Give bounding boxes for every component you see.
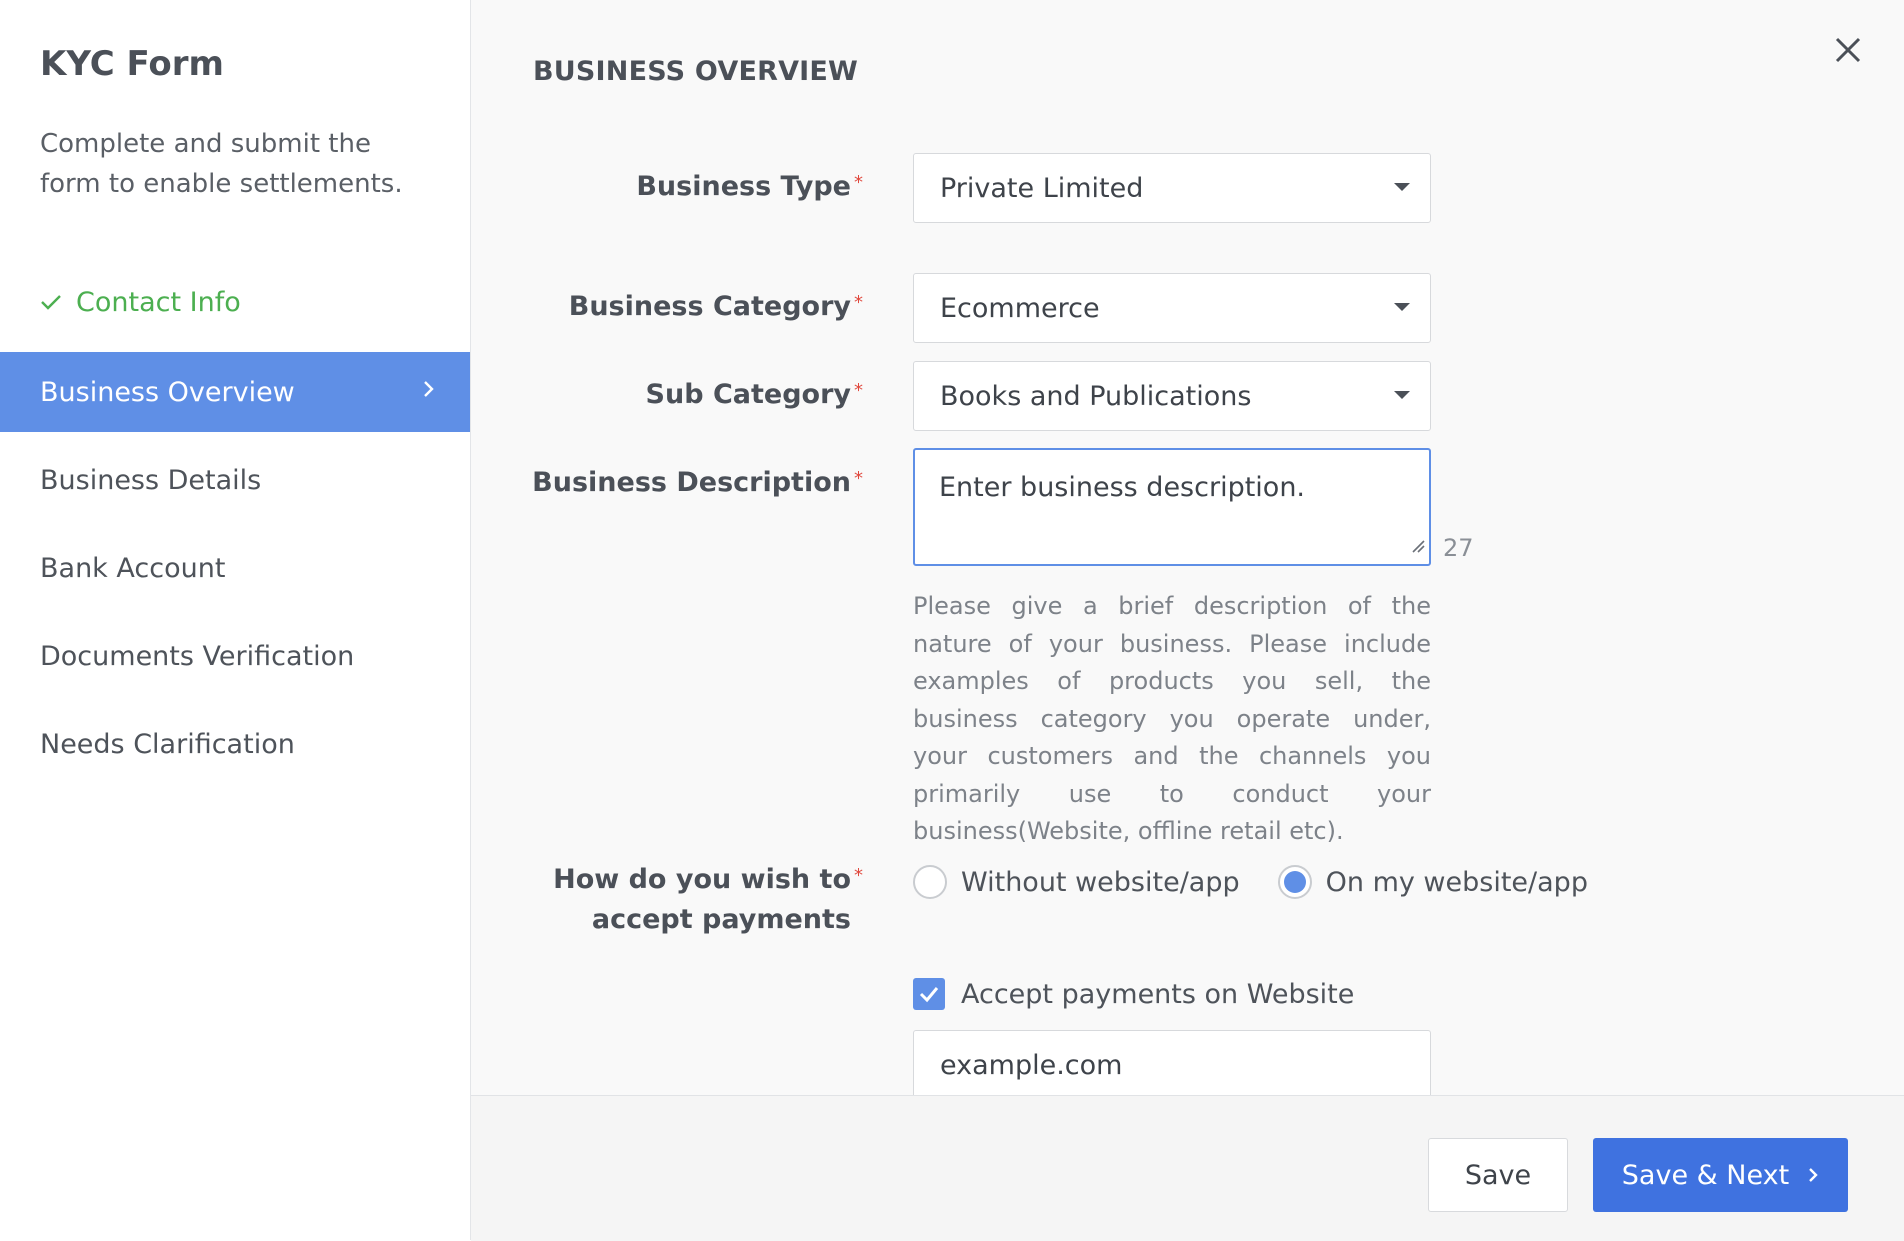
resize-handle-icon[interactable] bbox=[1411, 529, 1425, 560]
sub-category-value: Books and Publications bbox=[940, 380, 1252, 412]
radio-checked-icon bbox=[1277, 865, 1312, 899]
radio-on-website[interactable]: On my website/app bbox=[1277, 865, 1588, 899]
sidebar-item-business-details[interactable]: Business Details bbox=[0, 440, 470, 520]
save-next-button-label: Save & Next bbox=[1621, 1159, 1790, 1191]
section-title: BUSINESS OVERVIEW bbox=[533, 56, 859, 87]
business-type-label: Business Type * bbox=[636, 167, 863, 207]
radio-label: On my website/app bbox=[1325, 866, 1588, 898]
close-icon bbox=[1834, 36, 1862, 64]
sidebar-item-needs-clarification[interactable]: Needs Clarification bbox=[0, 704, 470, 784]
business-category-value: Ecommerce bbox=[940, 292, 1100, 324]
caret-down-icon bbox=[1394, 183, 1410, 191]
required-marker: * bbox=[854, 865, 863, 886]
kyc-form-modal: KYC Form Complete and submit the form to… bbox=[0, 0, 1904, 1241]
sidebar-item-label: Contact Info bbox=[76, 286, 241, 318]
sidebar-item-label: Bank Account bbox=[40, 552, 226, 584]
save-button-label: Save bbox=[1464, 1159, 1532, 1191]
business-category-label: Business Category * bbox=[569, 287, 863, 327]
required-marker: * bbox=[854, 172, 863, 193]
business-description-textarea[interactable]: Enter business description. bbox=[913, 448, 1431, 566]
caret-down-icon bbox=[1394, 303, 1410, 311]
sidebar-item-contact-info[interactable]: Contact Info bbox=[0, 262, 470, 342]
sidebar-title: KYC Form bbox=[40, 44, 224, 84]
form-panel: BUSINESS OVERVIEW Business Type * Private… bbox=[471, 0, 1904, 1100]
sidebar-item-business-overview[interactable]: Business Overview bbox=[0, 352, 470, 432]
sidebar-item-bank-account[interactable]: Bank Account bbox=[0, 528, 470, 608]
business-description-help: Please give a brief description of the n… bbox=[913, 592, 1431, 845]
sidebar-item-label: Documents Verification bbox=[40, 640, 355, 672]
checkbox-checked-icon bbox=[913, 978, 945, 1010]
save-button[interactable]: Save bbox=[1428, 1138, 1568, 1212]
sidebar-item-label: Business Overview bbox=[40, 376, 295, 408]
business-type-select[interactable]: Private Limited bbox=[913, 153, 1431, 223]
check-icon bbox=[40, 293, 62, 311]
accept-payments-radio-group: Without website/app On my website/app bbox=[913, 862, 1626, 902]
business-description-placeholder: Enter business description. bbox=[939, 472, 1306, 503]
sub-category-select[interactable]: Books and Publications bbox=[913, 361, 1431, 431]
sidebar-item-documents-verification[interactable]: Documents Verification bbox=[0, 616, 470, 696]
sidebar-item-label: Needs Clarification bbox=[40, 728, 295, 760]
website-url-input[interactable]: example.com bbox=[913, 1030, 1431, 1100]
sidebar-subtitle: Complete and submit the form to enable s… bbox=[40, 129, 403, 199]
business-description-label: Business Description * bbox=[532, 463, 863, 503]
accept-payments-label: How do you wish to accept payments * bbox=[471, 860, 863, 940]
character-count: 27 bbox=[1443, 534, 1474, 562]
business-category-select[interactable]: Ecommerce bbox=[913, 273, 1431, 343]
required-marker: * bbox=[854, 468, 863, 489]
website-url-value: example.com bbox=[940, 1050, 1123, 1081]
footer: Save Save & Next bbox=[471, 1095, 1904, 1241]
required-marker: * bbox=[854, 380, 863, 401]
close-button[interactable] bbox=[1828, 30, 1868, 70]
sidebar: KYC Form Complete and submit the form to… bbox=[0, 0, 471, 1240]
save-and-next-button[interactable]: Save & Next bbox=[1593, 1138, 1848, 1212]
radio-without-website[interactable]: Without website/app bbox=[913, 865, 1240, 899]
required-marker: * bbox=[854, 292, 863, 313]
chevron-right-icon bbox=[1807, 1165, 1819, 1185]
caret-down-icon bbox=[1394, 391, 1410, 399]
radio-unchecked-icon bbox=[913, 865, 947, 899]
checkbox-label: Accept payments on Website bbox=[961, 978, 1355, 1010]
radio-label: Without website/app bbox=[961, 866, 1240, 898]
business-type-value: Private Limited bbox=[940, 172, 1144, 204]
sub-category-label: Sub Category * bbox=[646, 375, 863, 415]
chevron-right-icon bbox=[422, 378, 436, 400]
sidebar-item-label: Business Details bbox=[40, 464, 262, 496]
accept-on-website-checkbox[interactable]: Accept payments on Website bbox=[913, 976, 1354, 1012]
